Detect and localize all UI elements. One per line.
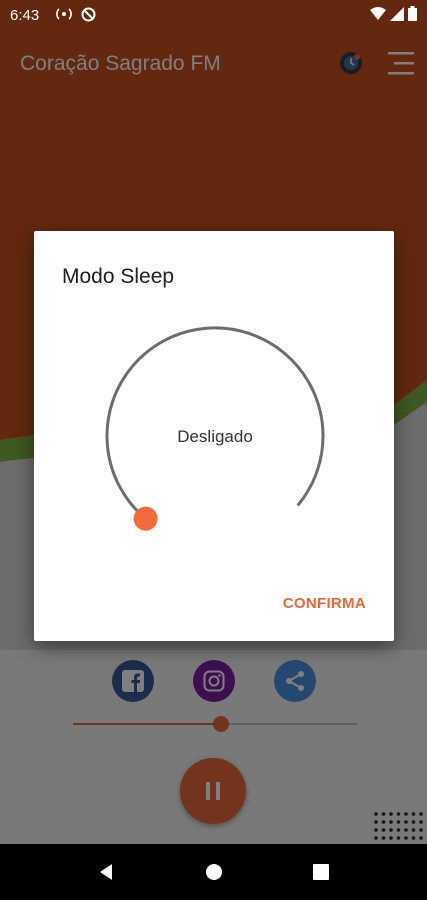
status-time: 6:43 — [10, 7, 40, 24]
home-icon[interactable] — [204, 862, 224, 882]
radio-signal-icon — [56, 8, 72, 20]
wifi-icon — [370, 7, 386, 20]
dial-thumb[interactable] — [133, 506, 158, 531]
status-bar: 6:43 — [0, 0, 427, 30]
status-left-icons — [55, 7, 96, 22]
do-not-disturb-icon — [81, 7, 96, 22]
recents-icon[interactable] — [311, 862, 331, 882]
confirm-button[interactable]: CONFIRMA — [283, 595, 366, 612]
sleep-mode-dialog: Modo Sleep Desligado CONFIRMA — [34, 231, 394, 641]
dialog-title: Modo Sleep — [62, 265, 175, 288]
dial-value-label: Desligado — [177, 427, 253, 446]
status-right-icons — [370, 6, 417, 21]
dial-arc — [105, 326, 325, 520]
navigation-bar — [0, 844, 427, 900]
back-icon[interactable] — [96, 862, 116, 882]
cell-signal-icon — [390, 6, 404, 21]
battery-icon — [408, 6, 417, 21]
